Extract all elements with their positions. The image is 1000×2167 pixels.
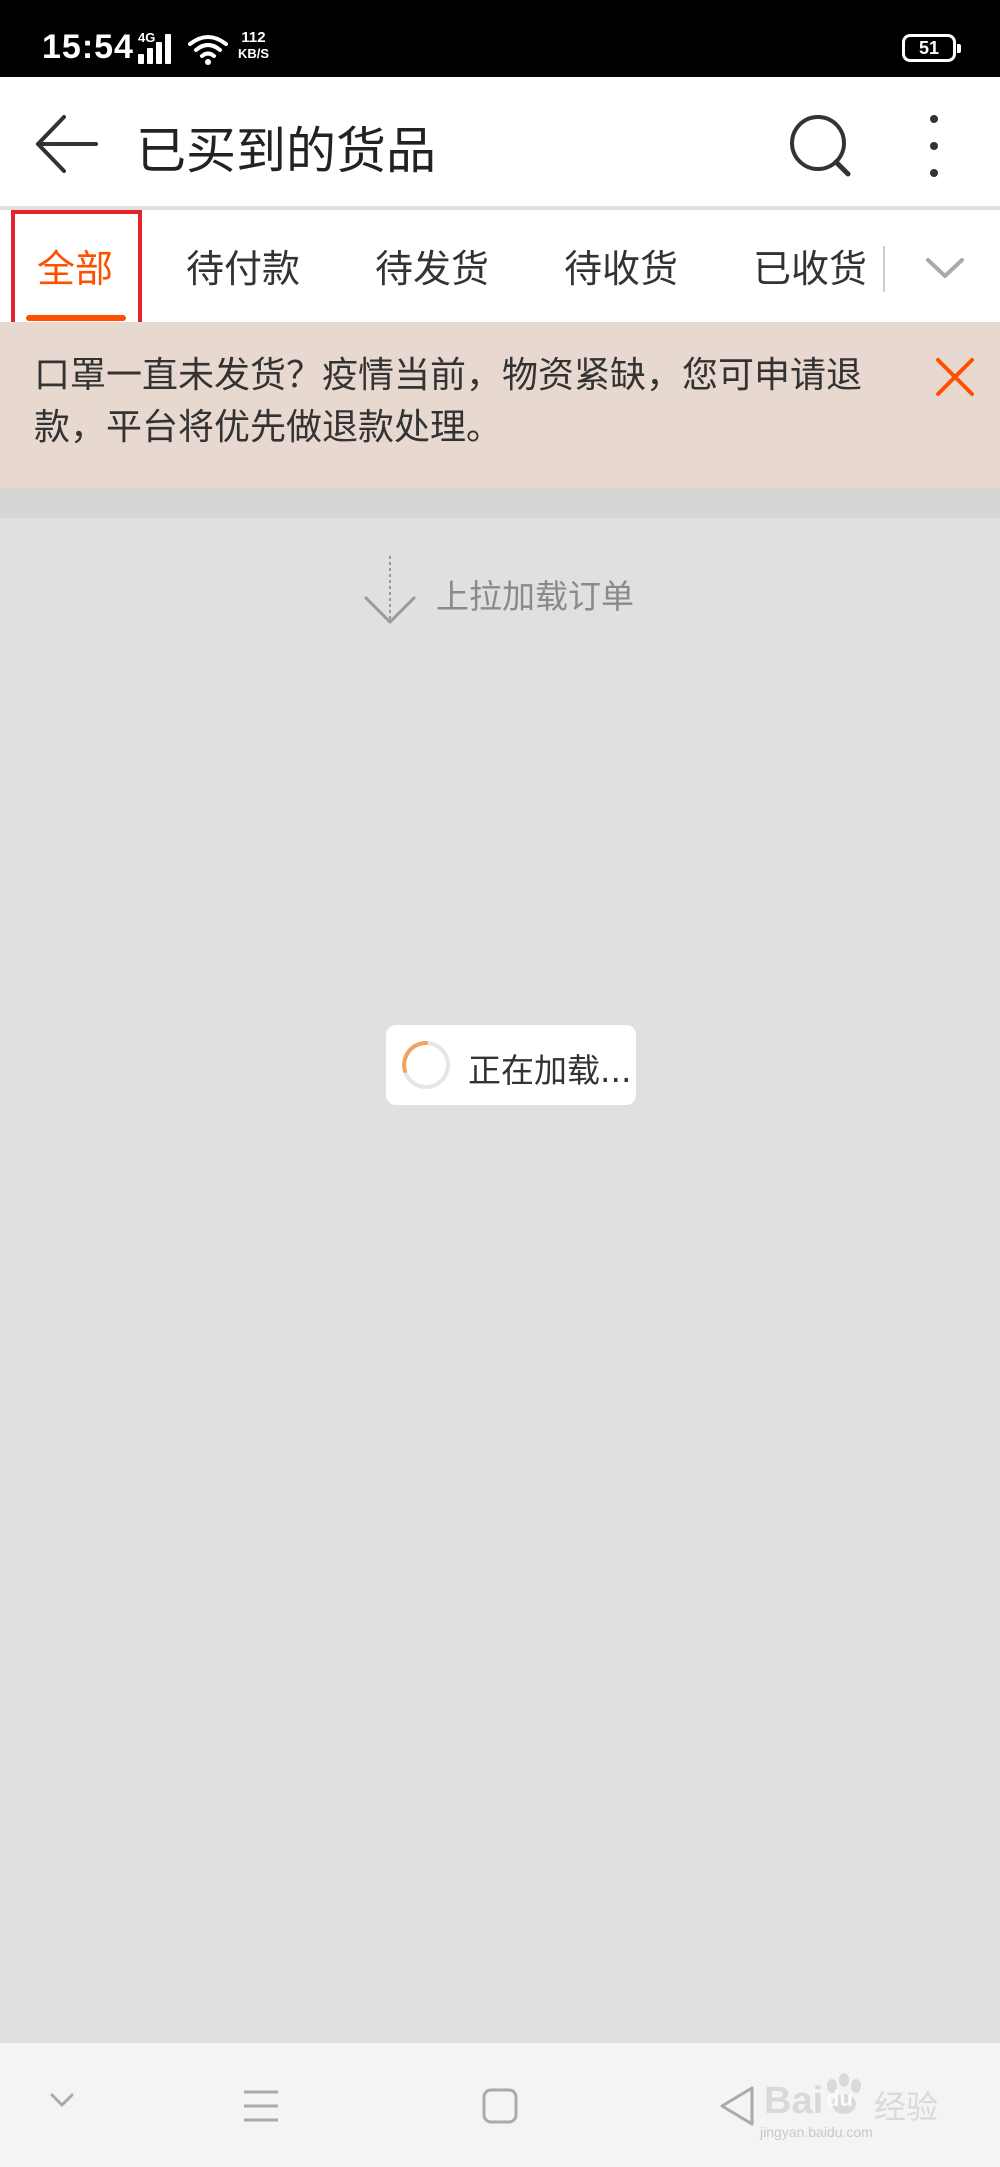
- network-speed-value: 112: [241, 29, 266, 46]
- back-arrow-icon[interactable]: [34, 111, 100, 177]
- more-options-icon[interactable]: [916, 111, 952, 181]
- cellular-signal-icon: 4G: [138, 30, 178, 64]
- status-bar: 15:54 4G 112 KB/S 51: [0, 0, 1000, 77]
- tab-all[interactable]: 全部: [37, 238, 113, 293]
- battery-level: 51: [918, 38, 940, 58]
- battery-icon: 51: [902, 34, 961, 62]
- home-square-icon[interactable]: [481, 2087, 519, 2125]
- close-icon[interactable]: [934, 356, 976, 398]
- network-speed: 112 KB/S: [238, 30, 269, 62]
- network-speed-unit: KB/S: [238, 46, 270, 61]
- loading-text: 正在加载...: [468, 1051, 632, 1090]
- notice-text: 口罩一直未发货？疫情当前，物资紧缺，您可申请退款，平台将优先做退款处理。: [34, 355, 863, 448]
- arrow-down-icon: [364, 556, 416, 624]
- search-icon[interactable]: [788, 113, 854, 179]
- watermark-brand-prefix: Bai: [764, 2080, 824, 2122]
- order-status-tabs: 全部 待付款 待发货 待收货 已收货: [0, 210, 1000, 330]
- network-type: 4G: [138, 30, 156, 45]
- page-title: 已买到的货品: [136, 122, 436, 180]
- active-tab-underline: [26, 315, 126, 321]
- menu-icon[interactable]: [242, 2089, 280, 2123]
- watermark-site: jingyan.baidu.com: [760, 2124, 873, 2140]
- watermark-brand-suffix: du: [826, 2086, 853, 2111]
- tab-pending-payment[interactable]: 待付款: [186, 238, 300, 293]
- watermark-brand-cn: 经验: [874, 2088, 939, 2126]
- notice-banner: 口罩一直未发货？疫情当前，物资紧缺，您可申请退款，平台将优先做退款处理。: [0, 322, 1000, 488]
- tab-divider: [883, 246, 885, 292]
- tab-pending-shipment[interactable]: 待发货: [375, 238, 489, 293]
- hide-nav-chevron-icon[interactable]: [48, 2091, 76, 2111]
- tab-received[interactable]: 已收货: [753, 238, 867, 293]
- wifi-icon: [188, 35, 228, 65]
- status-time: 15:54: [42, 28, 134, 66]
- loading-spinner-icon: [402, 1041, 450, 1089]
- loading-toast: 正在加载...: [386, 1025, 636, 1105]
- back-triangle-icon[interactable]: [718, 2085, 756, 2127]
- section-gap: [0, 488, 1000, 518]
- pull-up-hint: 上拉加载订单: [436, 577, 634, 616]
- baidu-watermark-logo: Bai du 经验: [764, 2072, 954, 2132]
- chevron-down-icon[interactable]: [922, 250, 968, 286]
- tab-pending-receipt[interactable]: 待收货: [564, 238, 678, 293]
- title-bar: 已买到的货品: [0, 77, 1000, 208]
